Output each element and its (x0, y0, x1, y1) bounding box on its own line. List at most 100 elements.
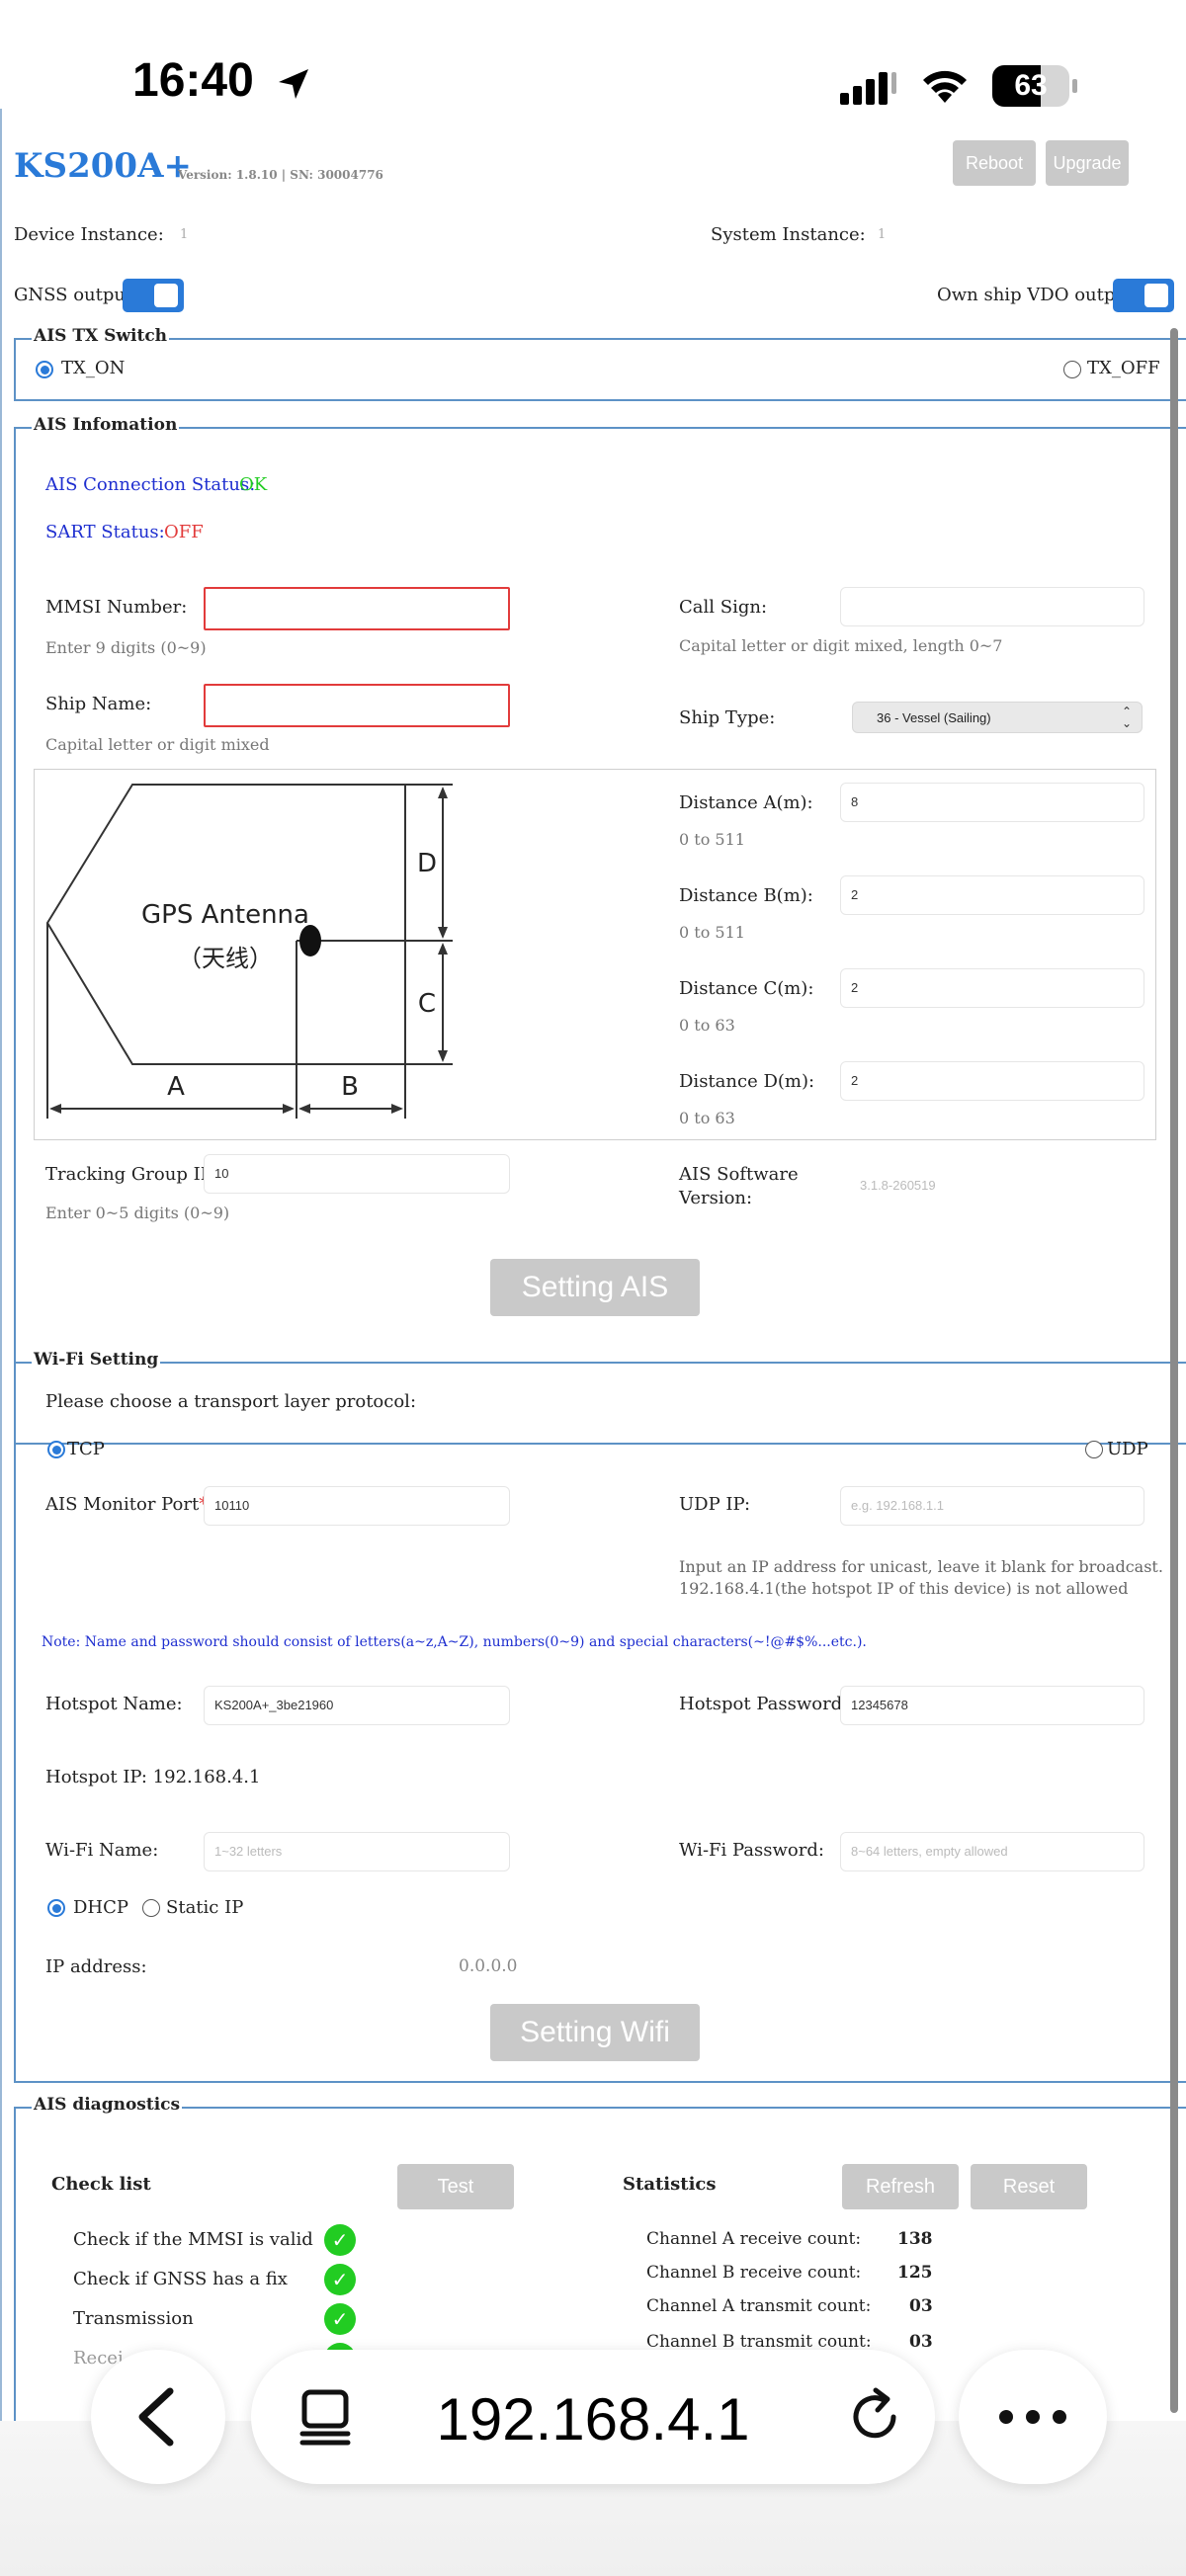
static-ip-label[interactable]: Static IP (166, 1897, 243, 1918)
battery-level: 63 (1014, 69, 1048, 102)
reboot-button[interactable]: Reboot (953, 140, 1036, 186)
ais-tx-switch-fieldset (14, 338, 1186, 401)
software-version-label-2: Version: (679, 1188, 753, 1208)
select-arrows-icon: ⌃ ⌄ (1121, 705, 1132, 730)
upgrade-button[interactable]: Upgrade (1046, 140, 1129, 186)
more-icon (999, 2410, 1066, 2424)
stat-b-transmit-label: Channel B transmit count: (646, 2332, 872, 2352)
wifi-password-input[interactable]: 8~64 letters, empty allowed (840, 1832, 1144, 1871)
tx-on-label[interactable]: TX_ON (61, 358, 125, 378)
check-mmsi-ok-icon: ✓ (324, 2224, 356, 2256)
mmsi-input[interactable] (204, 587, 510, 630)
tx-on-radio[interactable] (36, 361, 53, 378)
distance-a-label: Distance A(m): (679, 792, 813, 813)
sart-status-value: OFF (164, 522, 204, 542)
call-sign-label: Call Sign: (679, 597, 768, 618)
ais-info-legend: AIS Infomation (32, 415, 180, 435)
distance-b-hint: 0 to 511 (679, 923, 745, 942)
tx-off-label[interactable]: TX_OFF (1087, 358, 1160, 378)
tcp-label[interactable]: TCP (67, 1439, 105, 1459)
hotspot-name-input[interactable]: KS200A+_3be21960 (204, 1686, 510, 1725)
credentials-note: Note: Name and password should consist o… (42, 1634, 867, 1650)
udp-label[interactable]: UDP (1107, 1439, 1148, 1459)
reset-button[interactable]: Reset (971, 2164, 1087, 2209)
udp-ip-input[interactable]: e.g. 192.168.1.1 (840, 1486, 1144, 1526)
status-time: 16:40 (132, 54, 254, 107)
ship-antenna-diagram: GPS Antenna （天线） D C A B (45, 784, 453, 1119)
wifi-password-label: Wi-Fi Password: (679, 1840, 824, 1861)
hotspot-name-label: Hotspot Name: (45, 1694, 183, 1714)
ais-tx-switch-legend: AIS TX Switch (32, 326, 170, 346)
refresh-button[interactable]: Refresh (842, 2164, 959, 2209)
ip-address-label: IP address: (45, 1956, 147, 1977)
distance-a-input[interactable]: 8 (840, 783, 1144, 822)
hotspot-ip: Hotspot IP: 192.168.4.1 (45, 1767, 261, 1787)
stat-a-transmit-value: 03 (909, 2296, 933, 2316)
ship-type-select[interactable]: 36 - Vessel (Sailing) ⌃ ⌄ (852, 702, 1143, 733)
antenna-label: GPS Antenna (141, 900, 309, 930)
distance-d-input[interactable]: 2 (840, 1061, 1144, 1101)
chevron-left-icon (138, 2387, 174, 2447)
system-instance-value: 1 (878, 227, 887, 242)
monitor-port-label: AIS Monitor Port*: (45, 1494, 213, 1515)
distance-b-input[interactable]: 2 (840, 875, 1144, 915)
dhcp-label[interactable]: DHCP (73, 1897, 128, 1918)
check-transmission-label: Transmission (73, 2308, 194, 2329)
wifi-legend: Wi-Fi Setting (32, 1350, 161, 1370)
ship-name-input[interactable] (204, 684, 510, 727)
more-button[interactable] (959, 2350, 1107, 2484)
diagram-label-a: A (167, 1072, 185, 1102)
diagnostics-legend: AIS diagnostics (32, 2095, 183, 2115)
check-transmission-ok-icon: ✓ (324, 2303, 356, 2335)
software-version-value: 3.1.8-260519 (860, 1178, 936, 1193)
cellular-signal-icon (840, 72, 896, 105)
address-bar[interactable]: 192.168.4.1 (251, 2350, 935, 2484)
distance-a-hint: 0 to 511 (679, 830, 745, 849)
distance-d-label: Distance D(m): (679, 1071, 815, 1092)
tracking-group-input[interactable]: 10 (204, 1154, 510, 1194)
gnss-output-label: GNSS output (14, 285, 133, 305)
test-button[interactable]: Test (397, 2164, 514, 2209)
wifi-icon (923, 70, 967, 103)
monitor-port-input[interactable]: 10110 (204, 1486, 510, 1526)
wifi-name-input[interactable]: 1~32 letters (204, 1832, 510, 1871)
antenna-cn-label: （天线） (178, 945, 273, 972)
wifi-name-label: Wi-Fi Name: (45, 1840, 159, 1861)
dhcp-radio[interactable] (47, 1899, 65, 1917)
distance-c-input[interactable]: 2 (840, 968, 1144, 1008)
device-instance-value: 1 (180, 227, 189, 242)
back-button[interactable] (91, 2350, 225, 2484)
system-instance-label: System Instance: (711, 224, 866, 245)
reload-icon[interactable] (840, 2382, 909, 2451)
tcp-radio[interactable] (47, 1441, 65, 1458)
mmsi-hint: Enter 9 digits (0~9) (45, 638, 207, 657)
call-sign-hint: Capital letter or digit mixed, length 0~… (679, 636, 1003, 655)
udp-note-1: Input an IP address for unicast, leave i… (679, 1557, 1163, 1576)
distance-c-hint: 0 to 63 (679, 1016, 735, 1035)
diagram-label-b: B (341, 1072, 359, 1102)
ais-connection-label: AIS Connection Status: (45, 474, 256, 495)
page-scrollbar[interactable] (1170, 328, 1178, 2413)
url-text[interactable]: 192.168.4.1 (251, 2385, 935, 2453)
tracking-group-hint: Enter 0~5 digits (0~9) (45, 1204, 230, 1222)
check-gnss-ok-icon: ✓ (324, 2264, 356, 2295)
stat-a-receive-label: Channel A receive count: (646, 2229, 862, 2249)
udp-radio[interactable] (1085, 1441, 1103, 1458)
battery-icon: 63 (992, 65, 1069, 107)
check-gnss-label: Check if GNSS has a fix (73, 2269, 288, 2289)
static-ip-radio[interactable] (142, 1899, 160, 1917)
version-info: Version: 1.8.10 | SN: 30004776 (178, 168, 383, 182)
distance-b-label: Distance B(m): (679, 885, 813, 906)
distance-d-hint: 0 to 63 (679, 1109, 735, 1127)
tx-off-radio[interactable] (1063, 361, 1081, 378)
hotspot-password-input[interactable]: 12345678 (840, 1686, 1144, 1725)
setting-wifi-button[interactable]: Setting Wifi (490, 2004, 700, 2061)
call-sign-input[interactable] (840, 587, 1144, 626)
stat-b-transmit-value: 03 (909, 2332, 933, 2352)
setting-ais-button[interactable]: Setting AIS (490, 1259, 700, 1316)
vdo-output-toggle[interactable] (1113, 279, 1174, 312)
stat-b-receive-label: Channel B receive count: (646, 2263, 862, 2283)
gnss-output-toggle[interactable] (123, 279, 184, 312)
udp-note-2: 192.168.4.1(the hotspot IP of this devic… (679, 1579, 1129, 1598)
web-page[interactable]: KS200A+ Version: 1.8.10 | SN: 30004776 R… (0, 109, 1186, 2421)
